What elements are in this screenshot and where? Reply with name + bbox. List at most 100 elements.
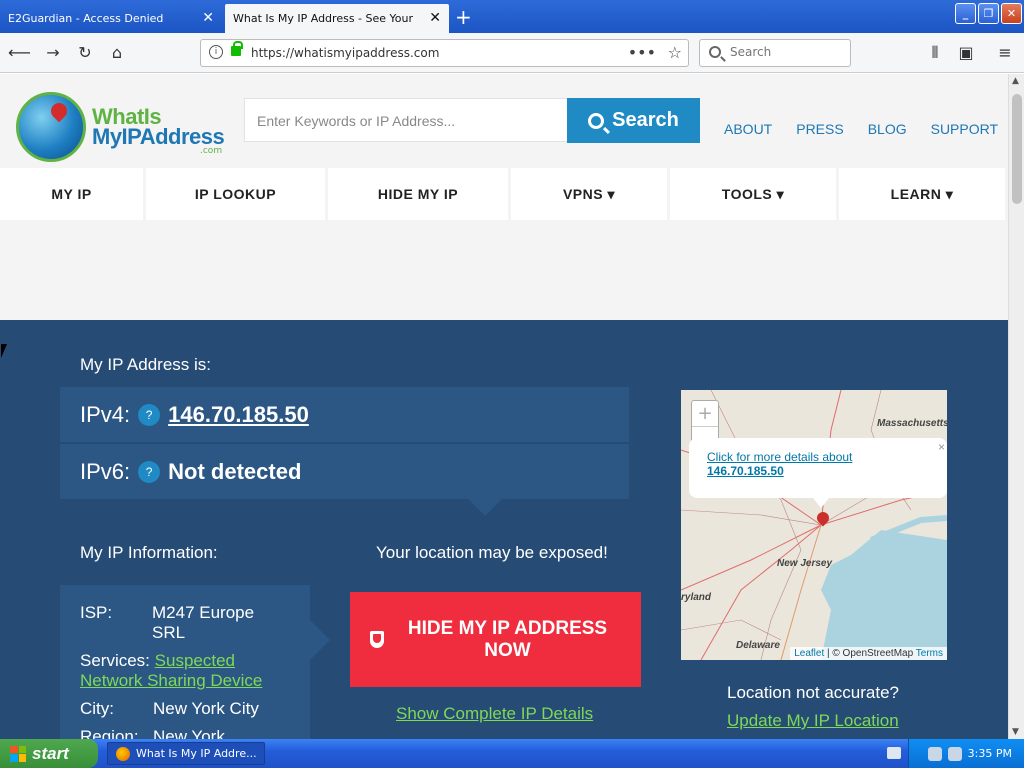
region-row: Region: New York xyxy=(80,727,290,739)
popup-tip xyxy=(813,498,829,508)
link-about[interactable]: ABOUT xyxy=(724,121,772,137)
nav-vpns[interactable]: VPNS ▾ xyxy=(511,168,667,220)
page-actions-icon[interactable]: ••• xyxy=(628,43,656,62)
browser-search-bar[interactable] xyxy=(699,39,851,67)
clock[interactable]: 3:35 PM xyxy=(968,747,1012,760)
popup-details-link[interactable]: Click for more details about xyxy=(707,450,929,464)
isp-row: ISP: M247 Europe SRL xyxy=(80,603,290,643)
minimize-icon[interactable]: _ xyxy=(955,3,976,24)
link-support[interactable]: SUPPORT xyxy=(931,121,998,137)
my-ip-heading: My IP Address is: xyxy=(80,355,212,374)
page-scrollbar[interactable]: ▲ ▼ xyxy=(1008,74,1024,739)
popup-ip-link[interactable]: 146.70.185.50 xyxy=(707,464,929,478)
help-icon[interactable]: ? xyxy=(138,403,161,426)
help-icon[interactable]: ? xyxy=(138,460,161,483)
nav-hide-my-ip[interactable]: HIDE MY IP xyxy=(328,168,508,220)
tab-close-icon[interactable]: ✕ xyxy=(429,10,441,26)
search-icon xyxy=(709,46,721,58)
ipv4-label: IPv4: xyxy=(80,401,131,427)
ip-info-box: ISP: M247 Europe SRL Services: Suspected… xyxy=(60,585,310,739)
ipv6-value: Not detected xyxy=(168,458,302,484)
tab-strip: E2Guardian - Access Denied ✕ What Is My … xyxy=(0,0,1024,33)
tab-close-icon[interactable]: ✕ xyxy=(202,10,214,26)
site-search-input[interactable]: Enter Keywords or IP Address... xyxy=(244,98,568,142)
tab-title: E2Guardian - Access Denied xyxy=(8,12,164,25)
close-window-icon[interactable]: ✕ xyxy=(1001,3,1022,24)
popup-close-icon[interactable]: × xyxy=(938,440,945,454)
browser-search-input[interactable] xyxy=(730,45,840,59)
url-text[interactable]: https://whatismyipaddress.com xyxy=(251,46,439,60)
nav-my-ip[interactable]: MY IP xyxy=(0,168,143,220)
system-tray: 3:35 PM xyxy=(908,739,1024,768)
map-label-maryland: ryland xyxy=(681,592,712,603)
reload-icon[interactable]: ↻ xyxy=(74,42,96,64)
city-key: City: xyxy=(80,699,114,718)
map-label-new-jersey: New Jersey xyxy=(777,558,833,569)
taskbar-item-label: What Is My IP Addre... xyxy=(136,747,257,760)
ip-hero-section: My IP Address is: IPv4: ? 146.70.185.50 … xyxy=(0,320,1008,739)
scroll-up-icon[interactable]: ▲ xyxy=(1012,76,1019,86)
navigation-toolbar: ⟵ → ↻ ⌂ i https://whatismyipaddress.com … xyxy=(0,33,1024,73)
windows-logo-icon xyxy=(10,745,26,762)
show-complete-details-link[interactable]: Show Complete IP Details xyxy=(396,704,593,724)
city-row: City: New York City xyxy=(80,699,290,719)
menu-icon[interactable]: ≡ xyxy=(994,42,1016,64)
start-button[interactable]: start xyxy=(0,739,98,768)
nav-learn[interactable]: LEARN ▾ xyxy=(839,168,1005,220)
mouse-cursor-icon xyxy=(1,344,7,358)
network-icon[interactable] xyxy=(927,746,942,761)
pointer-arrow xyxy=(465,496,505,516)
search-button-label: Search xyxy=(612,109,679,131)
lock-icon[interactable] xyxy=(231,41,243,56)
taskbar: start What Is My IP Addre... 3:35 PM xyxy=(0,739,1024,768)
nav-ip-lookup[interactable]: IP LOOKUP xyxy=(146,168,325,220)
taskbar-item-firefox[interactable]: What Is My IP Addre... xyxy=(107,742,265,765)
url-bar[interactable]: i https://whatismyipaddress.com ••• ☆ xyxy=(200,39,689,67)
volume-icon[interactable] xyxy=(947,746,962,761)
sidebar-icon[interactable]: ▣ xyxy=(955,42,977,64)
scroll-thumb[interactable] xyxy=(1012,94,1022,204)
firefox-icon xyxy=(116,746,130,761)
forward-icon[interactable]: → xyxy=(42,42,64,64)
main-nav: MY IP IP LOOKUP HIDE MY IP VPNS ▾ TOOLS … xyxy=(0,168,1008,220)
link-blog[interactable]: BLOG xyxy=(868,121,907,137)
top-links: ABOUT PRESS BLOG SUPPORT xyxy=(724,121,998,137)
location-map[interactable]: + − Massachusetts New Jersey ryland Dela… xyxy=(681,390,947,660)
library-icon[interactable]: ⫴ xyxy=(924,42,946,64)
keyboard-icon[interactable] xyxy=(887,747,901,759)
terms-link[interactable]: Terms xyxy=(916,648,943,659)
home-icon[interactable]: ⌂ xyxy=(106,42,128,64)
logo-text-com: .com xyxy=(200,146,223,156)
isp-key: ISP: xyxy=(80,603,113,622)
map-label-delaware: Delaware xyxy=(736,640,780,651)
info-icon[interactable]: i xyxy=(209,45,223,59)
tab-e2guardian[interactable]: E2Guardian - Access Denied ✕ xyxy=(0,4,222,33)
bookmark-star-icon[interactable]: ☆ xyxy=(668,43,682,62)
hide-my-ip-button[interactable]: HIDE MY IP ADDRESS NOW xyxy=(350,592,641,687)
site-search-button[interactable]: Search xyxy=(567,98,700,143)
back-icon[interactable]: ⟵ xyxy=(8,42,31,64)
tab-title: What Is My IP Address - See Your Publ xyxy=(233,12,413,25)
ipv4-row: IPv4: ? 146.70.185.50 xyxy=(60,387,629,442)
nav-tools[interactable]: TOOLS ▾ xyxy=(670,168,836,220)
update-location-link[interactable]: Update My IP Location xyxy=(727,711,899,731)
link-press[interactable]: PRESS xyxy=(796,121,843,137)
restore-icon[interactable]: ❐ xyxy=(978,3,999,24)
scroll-down-icon[interactable]: ▼ xyxy=(1012,727,1019,737)
location-question: Location not accurate? xyxy=(727,683,900,702)
map-roads xyxy=(681,390,947,660)
osm-attribution: | © OpenStreetMap xyxy=(827,648,914,659)
window-controls: _ ❐ ✕ xyxy=(955,3,1022,24)
map-label-massachusetts: Massachusetts xyxy=(877,418,947,429)
ipv4-value[interactable]: 146.70.185.50 xyxy=(168,402,309,428)
ipv6-row: IPv6: ? Not detected xyxy=(60,444,629,499)
hide-button-label: HIDE MY IP ADDRESS NOW xyxy=(407,617,608,661)
leaflet-link[interactable]: Leaflet xyxy=(794,648,824,659)
zoom-in-button[interactable]: + xyxy=(692,401,718,427)
tab-whatismyip[interactable]: What Is My IP Address - See Your Publ ✕ xyxy=(225,4,449,33)
search-icon xyxy=(588,112,605,129)
services-row: Services: Suspected Network Sharing Devi… xyxy=(80,651,290,691)
region-key: Region: xyxy=(80,727,139,739)
new-tab-icon[interactable]: + xyxy=(455,5,472,29)
logo-globe-icon[interactable] xyxy=(16,92,86,162)
